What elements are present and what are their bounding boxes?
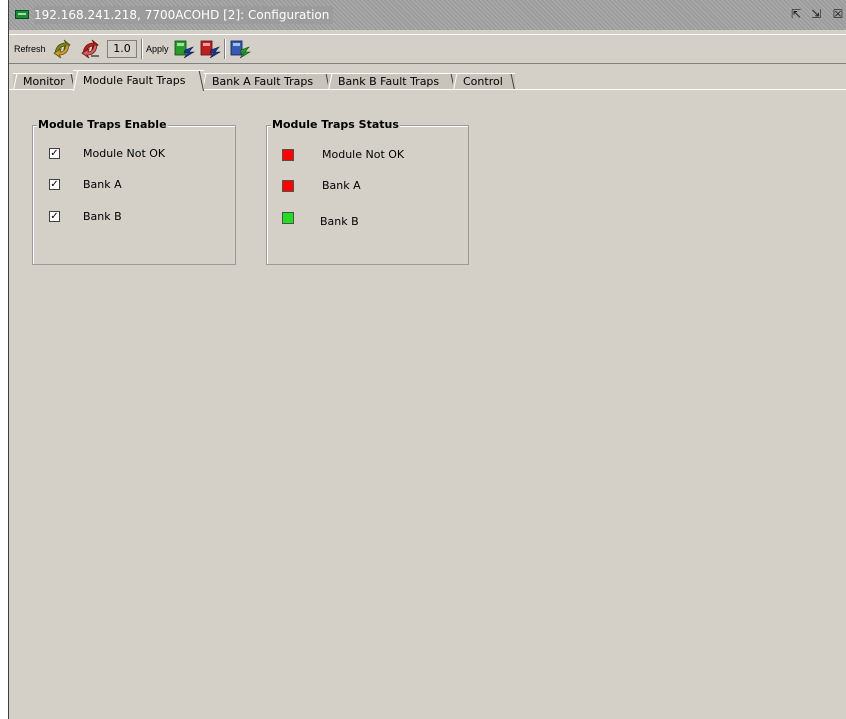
apply-green-icon[interactable]	[173, 39, 196, 59]
module-not-ok-status-indicator	[282, 149, 294, 161]
bank-b-status-indicator	[282, 212, 294, 224]
refresh-icon[interactable]	[51, 39, 73, 59]
tab-bank-b-fault-traps[interactable]: Bank B Fault Traps	[328, 73, 455, 90]
tab-module-fault-traps-label: Module Fault Traps	[83, 74, 186, 87]
apply-blue-icon[interactable]	[229, 39, 252, 59]
tab-monitor-label: Monitor	[23, 75, 65, 88]
close-icon[interactable]: ☒	[831, 7, 845, 21]
auto-refresh-icon[interactable]	[79, 39, 101, 59]
tab-control-label: Control	[463, 75, 503, 88]
module-traps-enable-title: Module Traps Enable	[37, 118, 168, 132]
window-title: 192.168.241.218, 7700ACOHD [2]: Configur…	[34, 6, 334, 24]
tab-control[interactable]: Control	[453, 73, 515, 90]
module-not-ok-status-label: Module Not OK	[322, 148, 405, 161]
restore-icon[interactable]: ⇱	[789, 7, 803, 21]
module-traps-status-title: Module Traps Status	[271, 118, 400, 132]
module-not-ok-checkbox[interactable]: ✓	[49, 148, 60, 159]
bank-b-label: Bank B	[83, 210, 122, 223]
toolbar-separator	[224, 39, 226, 59]
toolbar: Refresh 1.0 Apply	[9, 34, 846, 64]
module-not-ok-label: Module Not OK	[83, 147, 166, 160]
refresh-button[interactable]: Refresh	[14, 40, 46, 58]
bank-a-status-indicator	[282, 180, 294, 192]
bank-a-status-label: Bank A	[322, 179, 361, 192]
bank-b-status-label: Bank B	[320, 215, 359, 228]
title-bar[interactable]: 192.168.241.218, 7700ACOHD [2]: Configur…	[9, 0, 846, 30]
module-traps-enable-group: Module Traps Enable ✓ Module Not OK ✓ Ba…	[32, 118, 236, 265]
toolbar-separator	[141, 39, 143, 59]
network-card-icon	[15, 10, 29, 19]
bank-a-label: Bank A	[83, 178, 122, 191]
tab-bank-a-fault-traps-label: Bank A Fault Traps	[212, 75, 314, 88]
configuration-window: 192.168.241.218, 7700ACOHD [2]: Configur…	[8, 0, 846, 719]
tab-bank-b-fault-traps-label: Bank B Fault Traps	[338, 75, 440, 88]
maximize-icon[interactable]: ⇲	[809, 7, 823, 21]
tab-monitor[interactable]: Monitor	[13, 73, 75, 90]
module-traps-status-group: Module Traps Status Module Not OK Bank A…	[266, 118, 469, 265]
refresh-interval-field[interactable]: 1.0	[107, 40, 137, 58]
bank-a-checkbox[interactable]: ✓	[49, 179, 60, 190]
tab-bar: Monitor Module Fault Traps Bank A Fault …	[9, 70, 846, 91]
bank-b-checkbox[interactable]: ✓	[49, 211, 60, 222]
apply-button[interactable]: Apply	[146, 40, 169, 58]
apply-red-icon[interactable]	[199, 39, 222, 59]
tab-bank-a-fault-traps[interactable]: Bank A Fault Traps	[202, 73, 330, 90]
tab-module-fault-traps[interactable]: Module Fault Traps	[73, 70, 204, 91]
